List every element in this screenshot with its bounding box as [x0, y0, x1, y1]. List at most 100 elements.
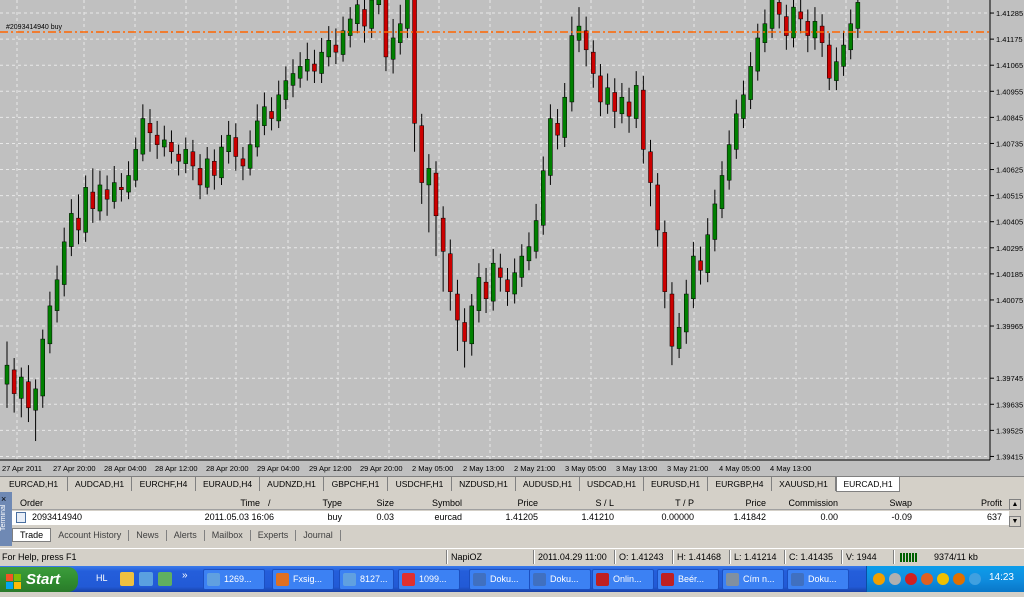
taskbar-button[interactable]: Beér... — [657, 569, 719, 590]
candle-body — [305, 59, 310, 72]
order-type: buy — [327, 512, 342, 522]
col-swap[interactable]: Swap — [872, 498, 912, 508]
taskbar-button[interactable]: Doku... — [469, 569, 531, 590]
quicklaunch-browser-icon[interactable] — [139, 572, 153, 586]
price-axis-label: 1.41175 — [996, 35, 1023, 44]
terminal-tab[interactable]: News — [129, 529, 167, 541]
col-sl[interactable]: S / L — [582, 498, 614, 508]
col-price[interactable]: Price — [502, 498, 538, 508]
col-time[interactable]: Time — [212, 498, 260, 508]
taskbar-button[interactable]: 8127... — [339, 569, 394, 590]
candle-body — [383, 0, 389, 58]
order-row[interactable]: 2093414940 2011.05.03 16:06 buy 0.03 eur… — [12, 511, 1009, 525]
chart-tab[interactable]: EURCAD,H1 — [0, 477, 68, 491]
candle-body — [297, 66, 303, 79]
taskbar-button[interactable]: Fxsig... — [272, 569, 334, 590]
status-close: C: 1.41435 — [789, 552, 834, 562]
candle-body — [76, 217, 81, 231]
taskbar-button[interactable]: 1099... — [398, 569, 460, 590]
taskbar-button[interactable]: 1269... — [203, 569, 265, 590]
time-axis-label: 28 Apr 04:00 — [104, 464, 147, 473]
time-axis-label: 3 May 21:00 — [667, 464, 708, 473]
candle-body — [312, 63, 317, 72]
price-chart[interactable]: 1.41285 1.41175 1.41065 1.40955 1.40845 1.407… — [0, 0, 1024, 476]
order-size: 0.03 — [376, 512, 394, 522]
candle-body — [712, 203, 718, 240]
col-price2[interactable]: Price — [732, 498, 766, 508]
candle-body — [204, 158, 210, 188]
chart-tab[interactable]: EURUSD,H1 — [644, 477, 708, 491]
chart-tab[interactable]: USDCAD,H1 — [580, 477, 644, 491]
candle-body — [369, 0, 374, 29]
chart-tab[interactable]: XAUUSD,H1 — [772, 477, 836, 491]
col-tp[interactable]: T / P — [662, 498, 694, 508]
candle-body — [340, 30, 346, 55]
tray-icon[interactable] — [921, 573, 933, 585]
chart-canvas[interactable]: 1.41285 1.41175 1.41065 1.40955 1.40845 1.407… — [0, 0, 1024, 476]
col-type[interactable]: Type — [302, 498, 342, 508]
quicklaunch-app-icon[interactable] — [158, 572, 172, 586]
chart-tab[interactable]: EURCAD,H1 — [836, 477, 900, 492]
scroll-down-icon[interactable]: ▼ — [1009, 516, 1021, 527]
terminal-tab[interactable]: Mailbox — [205, 529, 251, 541]
chart-tab[interactable]: AUDUSD,H1 — [516, 477, 580, 491]
candle-body — [476, 277, 482, 311]
start-button[interactable]: Start — [0, 567, 78, 592]
terminal-tab[interactable]: Journal — [296, 529, 341, 541]
chart-tab[interactable]: AUDNZD,H1 — [260, 477, 324, 491]
terminal-tab[interactable]: Trade — [12, 528, 52, 542]
quicklaunch-desktop-icon[interactable] — [120, 572, 134, 586]
candle-body — [26, 381, 31, 409]
quicklaunch-more-icon[interactable]: » — [182, 570, 188, 581]
col-profit[interactable]: Profit — [962, 498, 1002, 508]
tray-icon[interactable] — [873, 573, 885, 585]
tray-icon[interactable] — [969, 573, 981, 585]
tray-icon[interactable] — [937, 573, 949, 585]
col-symbol[interactable]: Symbol — [422, 498, 462, 508]
candle-body — [40, 338, 45, 397]
tray-icon[interactable] — [905, 573, 917, 585]
taskbar-button[interactable]: Onlin... — [592, 569, 654, 590]
chart-tab[interactable]: AUDCAD,H1 — [68, 477, 132, 491]
candle-body — [355, 4, 360, 24]
candle-body — [212, 160, 217, 176]
close-icon[interactable]: × — [1, 494, 11, 504]
chart-tab[interactable]: GBPCHF,H1 — [324, 477, 388, 491]
taskbar-button[interactable]: Doku... — [787, 569, 849, 590]
terminal-tab[interactable]: Account History — [51, 529, 130, 541]
tray-icon[interactable] — [889, 573, 901, 585]
candle-body — [519, 255, 525, 278]
candle-body — [834, 61, 839, 81]
chart-tab[interactable]: USDCHF,H1 — [388, 477, 452, 491]
chart-tab[interactable]: EURCHF,H4 — [132, 477, 196, 491]
scroll-up-icon[interactable]: ▲ — [1009, 499, 1021, 510]
language-indicator[interactable]: HL — [96, 573, 108, 583]
candle-body — [541, 170, 546, 226]
app-icon — [791, 573, 804, 586]
candle-body — [598, 75, 603, 103]
candle-body — [90, 191, 96, 209]
col-order[interactable]: Order — [20, 498, 43, 508]
terminal-tab[interactable]: Alerts — [167, 529, 205, 541]
price-axis-label: 1.40075 — [996, 296, 1023, 305]
time-axis-label: 3 May 13:00 — [616, 464, 657, 473]
taskbar-button[interactable]: Doku... — [529, 569, 591, 590]
candle-body — [848, 23, 853, 51]
chart-tab[interactable]: EURAUD,H4 — [196, 477, 260, 491]
chart-tab[interactable]: EURGBP,H4 — [708, 477, 772, 491]
chart-tab[interactable]: NZDUSD,H1 — [452, 477, 516, 491]
candle-body — [83, 187, 88, 233]
terminal-tab[interactable]: Experts — [251, 529, 297, 541]
candle-body — [741, 94, 746, 119]
order-number: 2093414940 — [32, 512, 83, 522]
connection-status-icon — [900, 553, 918, 562]
status-profile: NapiOZ — [451, 552, 483, 562]
candle-body — [655, 184, 660, 231]
tray-icon[interactable] — [953, 573, 965, 585]
candle-body — [376, 0, 382, 5]
col-commission[interactable]: Commission — [782, 498, 838, 508]
order-tp: 0.00000 — [661, 512, 694, 522]
col-size[interactable]: Size — [362, 498, 394, 508]
taskbar-button[interactable]: Cím n... — [722, 569, 784, 590]
order-sl: 1.41210 — [581, 512, 614, 522]
